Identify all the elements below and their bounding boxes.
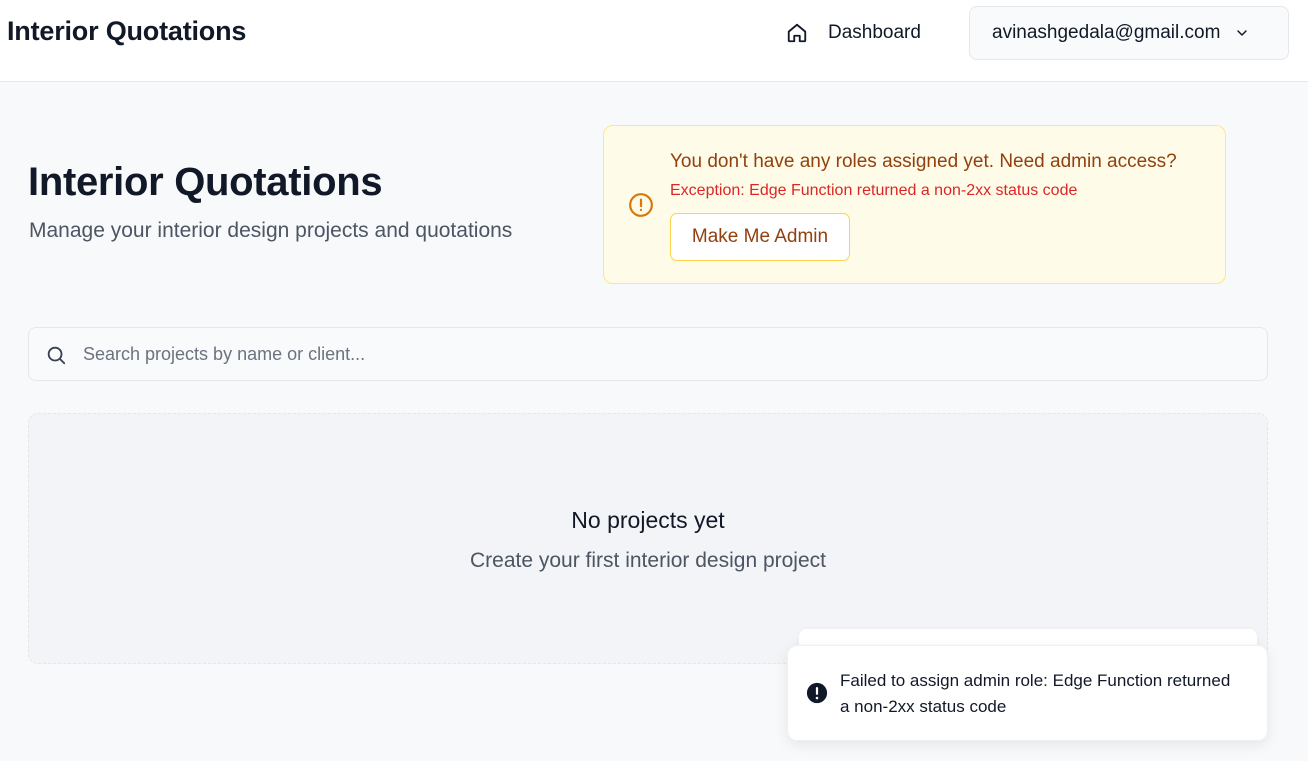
alert-error-text: Exception: Edge Function returned a non-… [670,182,1078,199]
home-icon [787,23,807,43]
search-input[interactable] [83,328,1253,380]
chevron-down-icon [1237,30,1248,36]
nav-dashboard-label: Dashboard [828,22,921,43]
search-icon [47,346,66,365]
alert-circle-icon [629,193,653,217]
role-alert: You don't have any roles assigned yet. N… [603,125,1226,284]
error-circle-icon [806,682,828,704]
toast-message: Failed to assign admin role: Edge Functi… [840,671,1231,716]
search-bar [28,327,1268,381]
user-email: avinashgedala@gmail.com [992,22,1221,43]
empty-projects-panel: No projects yet Create your first interi… [28,413,1268,664]
make-me-admin-button[interactable]: Make Me Admin [670,213,850,261]
error-toast[interactable]: Failed to assign admin role: Edge Functi… [787,645,1268,741]
nav-dashboard-link[interactable]: Dashboard [786,18,921,48]
empty-state-title: No projects yet [571,507,725,533]
alert-title: You don't have any roles assigned yet. N… [670,151,1177,172]
user-menu-button[interactable]: avinashgedala@gmail.com [969,6,1289,60]
page-subtitle: Manage your interior design projects and… [29,219,513,242]
top-bar: Interior Quotations Dashboard avinashged… [0,0,1308,82]
page-title: Interior Quotations [28,160,383,204]
empty-state-subtitle: Create your first interior design projec… [470,549,826,572]
brand-title[interactable]: Interior Quotations [7,16,246,47]
